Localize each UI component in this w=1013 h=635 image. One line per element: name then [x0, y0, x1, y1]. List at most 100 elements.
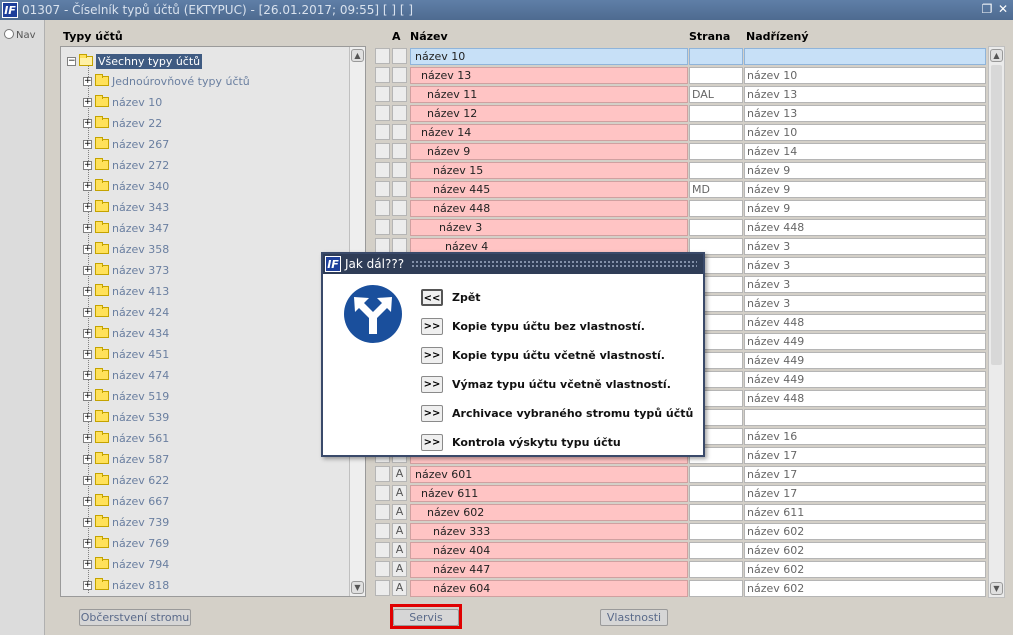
row-nadrizeny-cell[interactable]: název 602: [744, 542, 986, 559]
table-row[interactable]: název 13 název 10: [375, 66, 986, 85]
row-strana-cell[interactable]: [689, 466, 743, 483]
table-row[interactable]: název 9 název 14: [375, 142, 986, 161]
row-nadrizeny-cell[interactable]: název 9: [744, 181, 986, 198]
tree-node[interactable]: + název 739: [83, 513, 169, 531]
expand-icon[interactable]: +: [83, 202, 92, 212]
tree-node[interactable]: + název 794: [83, 555, 169, 573]
row-nadrizeny-cell[interactable]: název 3: [744, 295, 986, 312]
row-checkbox[interactable]: [375, 162, 390, 178]
row-a-cell[interactable]: A: [392, 504, 407, 520]
row-strana-cell[interactable]: [689, 219, 743, 236]
dialog-option[interactable]: >> Výmaz typu účtu včetně vlastností.: [421, 374, 671, 394]
row-checkbox[interactable]: [375, 466, 390, 482]
row-nadrizeny-cell[interactable]: název 9: [744, 162, 986, 179]
tree-node[interactable]: + název 413: [83, 282, 169, 300]
tree-node[interactable]: + název 267: [83, 135, 169, 153]
option-label[interactable]: Výmaz typu účtu včetně vlastností.: [452, 378, 671, 391]
row-a-cell[interactable]: A: [392, 485, 407, 501]
restore-icon[interactable]: ❐: [980, 2, 994, 16]
row-checkbox[interactable]: [375, 523, 390, 539]
row-strana-cell[interactable]: [689, 542, 743, 559]
row-nadrizeny-cell[interactable]: název 448: [744, 390, 986, 407]
row-a-cell[interactable]: [392, 181, 407, 197]
expand-icon[interactable]: +: [83, 97, 92, 107]
row-nadrizeny-cell[interactable]: název 10: [744, 124, 986, 141]
expand-icon[interactable]: +: [83, 475, 92, 485]
table-row[interactable]: Anázev 604 název 602: [375, 579, 986, 598]
row-strana-cell[interactable]: [689, 580, 743, 597]
tree-node[interactable]: + název 561: [83, 429, 169, 447]
row-nadrizeny-cell[interactable]: název 14: [744, 143, 986, 160]
row-nadrizeny-cell[interactable]: název 602: [744, 580, 986, 597]
row-a-cell[interactable]: [392, 162, 407, 178]
tree-node[interactable]: + název 10: [83, 93, 162, 111]
table-row[interactable]: název 445 MD název 9: [375, 180, 986, 199]
table-row[interactable]: název 12 název 13: [375, 104, 986, 123]
tree-node[interactable]: + název 587: [83, 450, 169, 468]
row-nadrizeny-cell[interactable]: název 448: [744, 219, 986, 236]
row-a-cell[interactable]: [392, 124, 407, 140]
option-label[interactable]: Kopie typu účtu včetně vlastností.: [452, 349, 665, 362]
row-strana-cell[interactable]: [689, 561, 743, 578]
row-nazev-cell[interactable]: název 11: [410, 86, 688, 103]
dialog-option[interactable]: >> Kontrola výskytu typu účtu: [421, 432, 621, 452]
row-nadrizeny-cell[interactable]: název 9: [744, 200, 986, 217]
tree-node[interactable]: + název 818: [83, 576, 169, 594]
option-label[interactable]: Kopie typu účtu bez vlastností.: [452, 320, 645, 333]
table-row[interactable]: Anázev 611 název 17: [375, 484, 986, 503]
scroll-up-icon[interactable]: ▲: [351, 49, 364, 62]
row-nazev-cell[interactable]: název 602: [410, 504, 688, 521]
row-nadrizeny-cell[interactable]: [744, 48, 986, 65]
tree-node[interactable]: + název 343: [83, 198, 169, 216]
row-a-cell[interactable]: [392, 105, 407, 121]
expand-icon[interactable]: +: [83, 328, 92, 338]
row-nadrizeny-cell[interactable]: název 602: [744, 523, 986, 540]
row-nazev-cell[interactable]: název 9: [410, 143, 688, 160]
row-nadrizeny-cell[interactable]: název 3: [744, 238, 986, 255]
row-checkbox[interactable]: [375, 200, 390, 216]
table-row[interactable]: název 14 název 10: [375, 123, 986, 142]
dialog-option[interactable]: >> Kopie typu účtu včetně vlastností.: [421, 345, 665, 365]
table-row[interactable]: Anázev 601 název 17: [375, 465, 986, 484]
row-nadrizeny-cell[interactable]: název 3: [744, 257, 986, 274]
dialog-option[interactable]: << Zpět: [421, 287, 481, 307]
expand-icon[interactable]: +: [83, 538, 92, 548]
row-strana-cell[interactable]: [689, 485, 743, 502]
row-a-cell[interactable]: [392, 67, 407, 83]
row-nazev-cell[interactable]: název 12: [410, 105, 688, 122]
row-nazev-cell[interactable]: název 404: [410, 542, 688, 559]
expand-icon[interactable]: +: [83, 433, 92, 443]
expand-icon[interactable]: +: [83, 370, 92, 380]
collapse-icon[interactable]: −: [67, 56, 76, 66]
row-nazev-cell[interactable]: název 604: [410, 580, 688, 597]
row-nadrizeny-cell[interactable]: název 449: [744, 371, 986, 388]
row-checkbox[interactable]: [375, 580, 390, 596]
tree-node[interactable]: + Jednoúrovňové typy účtů: [83, 72, 250, 90]
expand-icon[interactable]: +: [83, 118, 92, 128]
row-checkbox[interactable]: [375, 181, 390, 197]
row-a-cell[interactable]: A: [392, 542, 407, 558]
row-nadrizeny-cell[interactable]: název 10: [744, 67, 986, 84]
row-strana-cell[interactable]: DAL: [689, 86, 743, 103]
row-strana-cell[interactable]: [689, 200, 743, 217]
row-checkbox[interactable]: [375, 86, 390, 102]
tree-node[interactable]: + název 373: [83, 261, 169, 279]
tree-node[interactable]: + název 769: [83, 534, 169, 552]
row-nazev-cell[interactable]: název 448: [410, 200, 688, 217]
row-nadrizeny-cell[interactable]: název 449: [744, 352, 986, 369]
col-header-nazev[interactable]: Název: [410, 30, 448, 43]
option-label[interactable]: Kontrola výskytu typu účtu: [452, 436, 621, 449]
row-a-cell[interactable]: [392, 219, 407, 235]
row-checkbox[interactable]: [375, 542, 390, 558]
row-nadrizeny-cell[interactable]: název 611: [744, 504, 986, 521]
expand-icon[interactable]: +: [83, 496, 92, 506]
expand-icon[interactable]: +: [83, 412, 92, 422]
row-strana-cell[interactable]: [689, 105, 743, 122]
row-nazev-cell[interactable]: název 601: [410, 466, 688, 483]
row-nazev-cell[interactable]: název 14: [410, 124, 688, 141]
tree-node[interactable]: + název 451: [83, 345, 169, 363]
properties-button[interactable]: Vlastnosti: [600, 609, 668, 626]
row-nadrizeny-cell[interactable]: název 17: [744, 485, 986, 502]
expand-icon[interactable]: +: [83, 391, 92, 401]
option-button[interactable]: >>: [421, 375, 443, 393]
